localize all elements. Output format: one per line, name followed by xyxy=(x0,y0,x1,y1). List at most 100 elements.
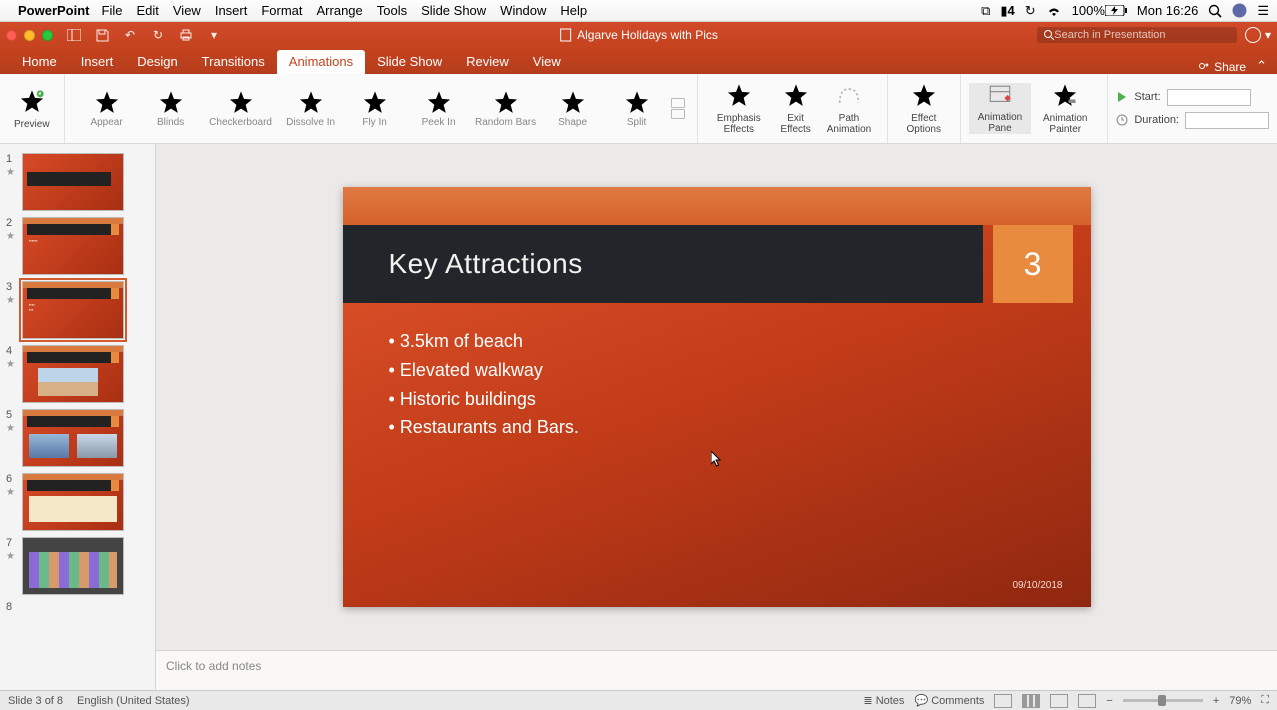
menu-file[interactable]: File xyxy=(102,3,123,18)
slide-title-placeholder[interactable]: Key Attractions xyxy=(343,225,983,303)
effect-fly-in[interactable]: Fly In xyxy=(345,89,405,128)
gallery-more-button[interactable] xyxy=(671,98,685,119)
tab-insert[interactable]: Insert xyxy=(69,50,126,74)
effect-blinds[interactable]: Blinds xyxy=(141,89,201,128)
slide-canvas[interactable]: Key Attractions 3 3.5km of beach Elevate… xyxy=(343,187,1091,607)
duration-spinner[interactable] xyxy=(1185,112,1269,129)
tab-design[interactable]: Design xyxy=(125,50,189,74)
animation-pane-button[interactable]: Animation Pane xyxy=(969,83,1031,134)
effect-peek-in[interactable]: Peek In xyxy=(409,89,469,128)
close-window-button[interactable] xyxy=(6,30,17,41)
slide-thumbnail-panel[interactable]: 1★ 2★▪▪▪▪▪▪ 3★▪▪▪▪▪▪▪ 4★ 5★ 6★ 7★ 8 xyxy=(0,144,156,690)
notes-pane[interactable]: Click to add notes xyxy=(156,650,1277,690)
slide-content-placeholder[interactable]: 3.5km of beach Elevated walkway Historic… xyxy=(389,327,579,442)
animation-indicator-icon: ★ xyxy=(6,168,18,178)
path-icon xyxy=(835,82,863,110)
share-icon xyxy=(1198,61,1210,73)
zoom-level[interactable]: 79% xyxy=(1229,695,1251,707)
qat-customize-icon[interactable]: ▾ xyxy=(205,26,223,44)
feedback-icon[interactable] xyxy=(1245,27,1261,43)
zoom-out-button[interactable]: − xyxy=(1106,695,1112,707)
timemachine-icon[interactable]: ↻ xyxy=(1025,3,1036,19)
search-in-presentation[interactable] xyxy=(1037,27,1237,43)
entrance-effects-gallery[interactable]: Appear Blinds Checkerboard Dissolve In F… xyxy=(73,89,689,128)
effect-shape[interactable]: Shape xyxy=(543,89,603,128)
reading-view-button[interactable] xyxy=(1050,694,1068,708)
undo-button[interactable]: ↶ xyxy=(121,26,139,44)
slide-thumbnail-4[interactable] xyxy=(22,345,124,403)
save-button[interactable] xyxy=(93,26,111,44)
menu-window[interactable]: Window xyxy=(500,3,546,18)
comments-toggle[interactable]: 💬 Comments xyxy=(914,694,984,707)
duration-label: Duration: xyxy=(1134,114,1179,126)
start-dropdown[interactable] xyxy=(1167,89,1251,106)
tab-home[interactable]: Home xyxy=(10,50,69,74)
app-menu[interactable]: PowerPoint xyxy=(18,3,90,18)
slide-thumbnail-1[interactable] xyxy=(22,153,124,211)
tab-animations[interactable]: Animations xyxy=(277,50,365,74)
status-bar: Slide 3 of 8 English (United States) ≣ N… xyxy=(0,690,1277,710)
screencast-icon[interactable]: ⧉ xyxy=(981,3,990,19)
tab-slideshow[interactable]: Slide Show xyxy=(365,50,454,74)
menu-slideshow[interactable]: Slide Show xyxy=(421,3,486,18)
print-button[interactable] xyxy=(177,26,195,44)
siri-icon[interactable] xyxy=(1232,3,1247,18)
repeat-button[interactable]: ↻ xyxy=(149,26,167,44)
effect-checkerboard[interactable]: Checkerboard xyxy=(205,89,277,128)
slide-thumbnail-5[interactable] xyxy=(22,409,124,467)
search-icon xyxy=(1043,29,1054,41)
collapse-ribbon-icon[interactable]: ⌃ xyxy=(1256,58,1267,74)
notification-center-icon[interactable]: ☰ xyxy=(1257,3,1269,19)
exit-effects-button[interactable]: Exit Effects xyxy=(772,82,819,135)
tab-transitions[interactable]: Transitions xyxy=(190,50,277,74)
effect-dissolve-in[interactable]: Dissolve In xyxy=(281,89,341,128)
slide-thumbnail-3[interactable]: ▪▪▪▪▪▪▪ xyxy=(22,281,124,339)
tab-view[interactable]: View xyxy=(521,50,573,74)
clock[interactable]: Mon 16:26 xyxy=(1137,3,1198,18)
normal-view-button[interactable] xyxy=(994,694,1012,708)
menu-edit[interactable]: Edit xyxy=(136,3,158,18)
minimize-window-button[interactable] xyxy=(24,30,35,41)
effect-random-bars[interactable]: Random Bars xyxy=(473,89,539,128)
animation-indicator-icon: ★ xyxy=(6,296,18,306)
share-button[interactable]: Share xyxy=(1198,60,1246,74)
animation-pane-icon xyxy=(987,83,1013,109)
slide-thumbnail-7[interactable] xyxy=(22,537,124,595)
menu-help[interactable]: Help xyxy=(560,3,587,18)
macos-menubar: PowerPoint File Edit View Insert Format … xyxy=(0,0,1277,22)
sorter-view-button[interactable] xyxy=(1022,694,1040,708)
tab-review[interactable]: Review xyxy=(454,50,521,74)
menu-format[interactable]: Format xyxy=(261,3,302,18)
maximize-window-button[interactable] xyxy=(42,30,53,41)
zoom-slider[interactable] xyxy=(1123,699,1203,702)
effect-split[interactable]: Split xyxy=(607,89,667,128)
adobe-icon[interactable]: ▮4 xyxy=(1000,3,1014,19)
animation-painter-button[interactable]: Animation Painter xyxy=(1031,82,1099,135)
path-animation-button[interactable]: Path Animation xyxy=(819,82,879,135)
language-status[interactable]: English (United States) xyxy=(77,695,190,707)
slide-number-box: 3 xyxy=(993,225,1073,303)
thumb-number: 5 xyxy=(6,409,18,421)
feedback-dropdown-icon[interactable]: ▾ xyxy=(1265,28,1271,42)
zoom-in-button[interactable]: + xyxy=(1213,695,1219,707)
wifi-icon[interactable] xyxy=(1046,5,1062,17)
fit-to-window-button[interactable]: ⛶ xyxy=(1261,694,1269,707)
search-input[interactable] xyxy=(1054,29,1231,41)
preview-button[interactable]: Preview xyxy=(8,88,56,130)
menu-insert[interactable]: Insert xyxy=(215,3,248,18)
slide-position[interactable]: Slide 3 of 8 xyxy=(8,695,63,707)
slideshow-view-button[interactable] xyxy=(1078,694,1096,708)
spotlight-icon[interactable] xyxy=(1208,4,1222,18)
document-title: Algarve Holidays with Pics xyxy=(559,28,718,42)
effect-appear[interactable]: Appear xyxy=(77,89,137,128)
slide-thumbnail-6[interactable] xyxy=(22,473,124,531)
menu-view[interactable]: View xyxy=(173,3,201,18)
qat-views-icon[interactable] xyxy=(65,26,83,44)
notes-toggle[interactable]: ≣ Notes xyxy=(863,694,904,707)
slide-thumbnail-2[interactable]: ▪▪▪▪▪▪ xyxy=(22,217,124,275)
effect-options-button[interactable]: Effect Options xyxy=(896,82,952,135)
menu-tools[interactable]: Tools xyxy=(377,3,407,18)
menu-arrange[interactable]: Arrange xyxy=(317,3,363,18)
emphasis-effects-button[interactable]: Emphasis Effects xyxy=(706,82,772,135)
battery-status[interactable]: 100% xyxy=(1072,3,1127,18)
